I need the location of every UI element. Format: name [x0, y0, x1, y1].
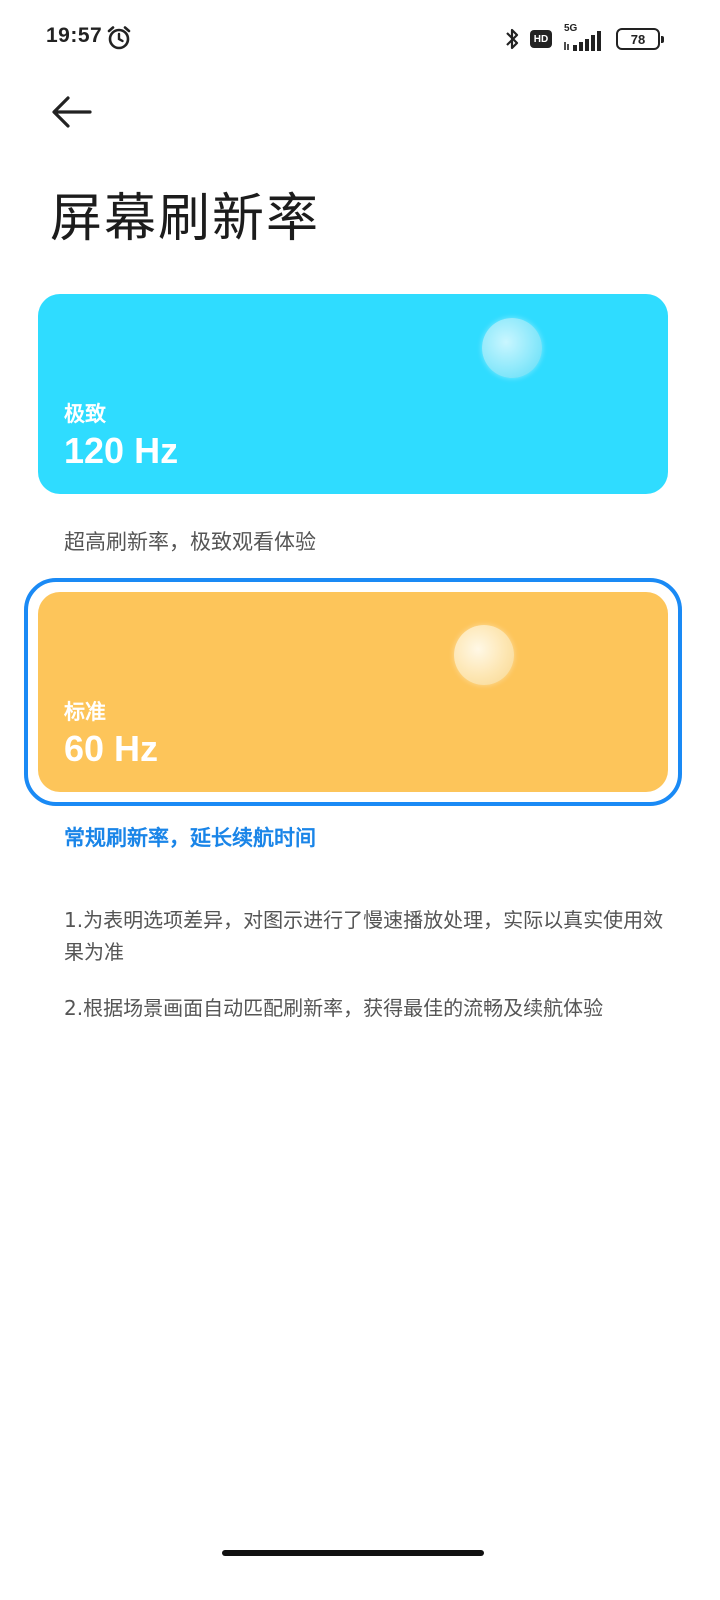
mode-card-60hz[interactable]: 标准 60 Hz: [38, 592, 668, 792]
animated-ball-icon: [454, 625, 514, 685]
battery-indicator: 78: [616, 28, 664, 50]
status-icons: HD 5G 78: [504, 23, 664, 54]
network-type-label: 5G: [564, 23, 578, 34]
mode-frequency: 60 Hz: [64, 728, 159, 769]
mode-name: 极致: [64, 402, 106, 426]
mode-frequency: 120 Hz: [64, 430, 179, 471]
note-item: 1.为表明选项差异，对图示进行了慢速播放处理，实际以真实使用效果为准: [64, 908, 664, 964]
mode-card-120hz[interactable]: 极致 120 Hz: [38, 294, 668, 494]
home-indicator[interactable]: [222, 1550, 484, 1556]
mode-name: 标准: [64, 700, 106, 724]
bluetooth-icon: [506, 28, 519, 50]
mode-description-60hz: 常规刷新率，延长续航时间: [64, 826, 316, 850]
alarm-clock-icon: [107, 26, 131, 50]
status-bar: 19:57 HD 5G 78: [0, 0, 720, 78]
status-time: 19:57: [46, 24, 103, 47]
animated-ball-icon: [482, 318, 542, 378]
back-arrow-button[interactable]: [50, 94, 94, 130]
cellular-signal-icon: 5G: [562, 23, 606, 52]
page-title: 屏幕刷新率: [50, 189, 321, 249]
hd-voice-badge: HD: [530, 30, 552, 48]
mode-description-120hz: 超高刷新率，极致观看体验: [64, 530, 316, 554]
note-item: 2.根据场景画面自动匹配刷新率，获得最佳的流畅及续航体验: [64, 996, 604, 1020]
